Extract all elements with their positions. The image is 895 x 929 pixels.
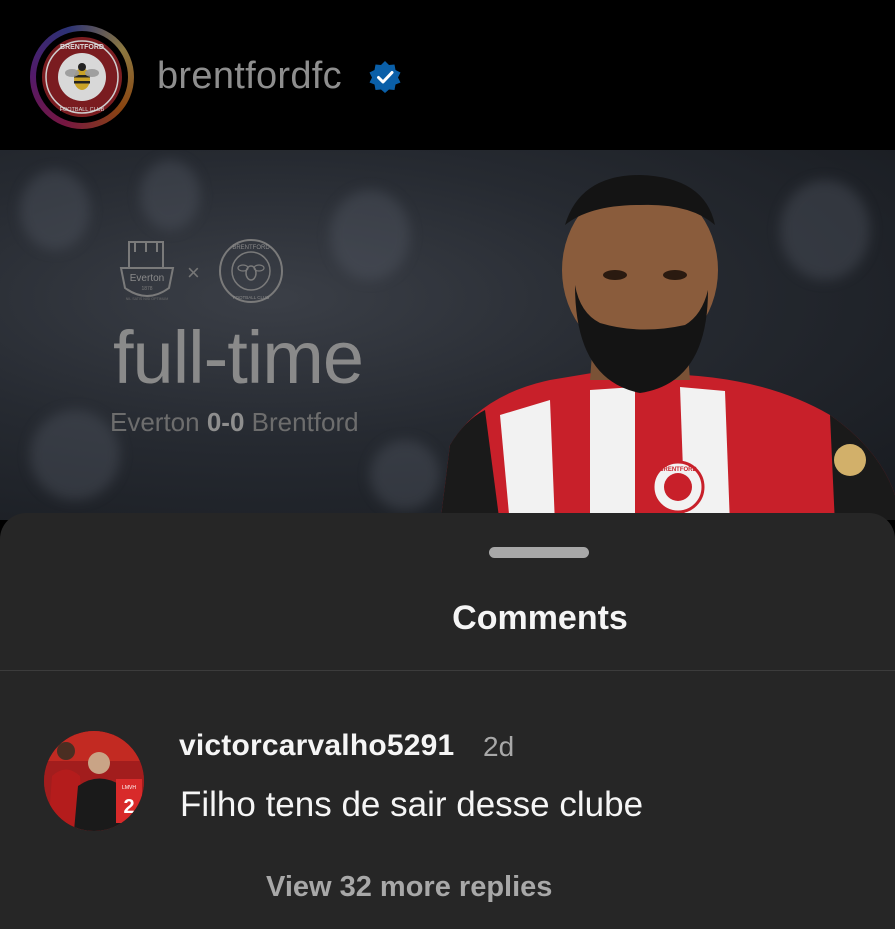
post-image[interactable]: Everton 1878 NIL SATIS NISI OPTIMUM × BR… — [0, 150, 895, 520]
sheet-drag-handle[interactable] — [489, 547, 589, 558]
view-more-replies-button[interactable]: View 32 more replies — [266, 871, 552, 904]
avatar-shirt-text: LMVH — [122, 785, 136, 791]
team-badges: Everton 1878 NIL SATIS NISI OPTIMUM × BR… — [115, 238, 295, 308]
comment-timestamp: 2d — [483, 731, 515, 762]
comments-title: Comments — [452, 599, 628, 637]
everton-badge-icon: Everton 1878 NIL SATIS NISI OPTIMUM — [119, 241, 175, 301]
score: 0-0 — [206, 407, 245, 437]
player-photo: BRENTFORD — [440, 175, 895, 520]
instagram-post-screen: BRENTFORD FOOTBALL CLUB brentfordfc Ever… — [0, 0, 895, 929]
versus-separator: × — [187, 260, 200, 285]
brentford-badge-icon: BRENTFORD FOOTBALL CLUB — [219, 239, 283, 303]
shirt-crest-text: BRENTFORD — [659, 467, 697, 473]
everton-badge-year: 1878 — [141, 286, 152, 292]
verified-badge-icon — [368, 60, 402, 94]
crest-top-text: BRENTFORD — [60, 44, 104, 51]
full-time-headline: full-time — [113, 316, 364, 399]
comment-text: Filho tens de sair desse clube — [180, 785, 644, 824]
post-author-username[interactable]: brentfordfc — [157, 55, 342, 98]
crest-bottom-text: FOOTBALL CLUB — [60, 107, 105, 113]
home-team: Everton — [110, 407, 200, 437]
brentford-badge-bottom-text: FOOTBALL CLUB — [233, 295, 270, 300]
comment-username[interactable]: victorcarvalho5291 — [179, 729, 454, 763]
post-header: BRENTFORD FOOTBALL CLUB brentfordfc — [0, 0, 895, 150]
svg-text:2: 2 — [123, 796, 134, 818]
brentford-crest-icon[interactable]: BRENTFORD FOOTBALL CLUB — [42, 37, 122, 117]
everton-badge-text: Everton — [130, 273, 164, 284]
everton-badge-motto: NIL SATIS NISI OPTIMUM — [126, 297, 169, 301]
commenter-avatar[interactable]: LMVH 2 — [44, 731, 144, 831]
comments-sheet: Comments LMVH 2 victorcarvalho5291 2d Fi… — [0, 513, 895, 929]
brentford-badge-top-text: BRENTFORD — [232, 245, 270, 251]
away-team: Brentford — [251, 407, 359, 437]
match-score-line: Everton 0-0 Brentford — [110, 407, 359, 438]
divider — [0, 670, 895, 671]
